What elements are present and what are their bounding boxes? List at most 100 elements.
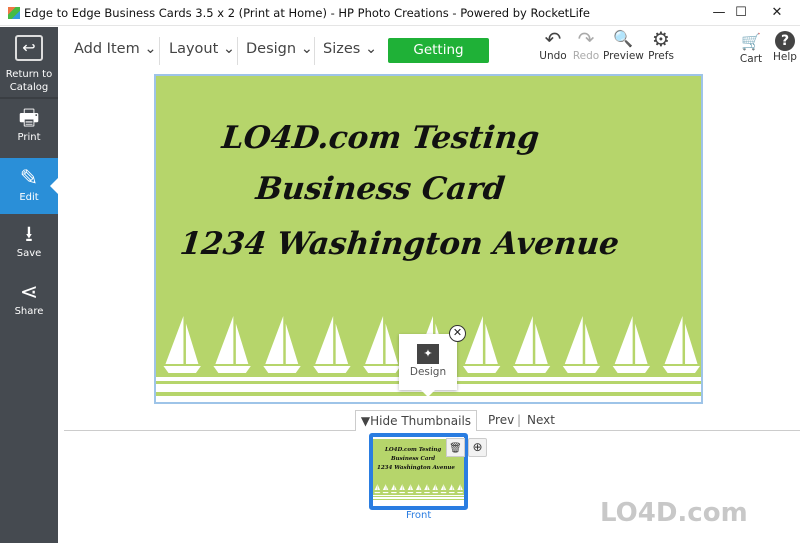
card-text-line[interactable]: Business Card [254,171,506,207]
sailboat [363,316,401,373]
chevron-down-icon: ⌄ [144,41,157,57]
divider [314,37,315,65]
button-label: Prefs [648,50,674,62]
chevron-down-icon: ⌄ [364,41,378,57]
sailboat [415,484,422,494]
menu-label: Add Item [74,41,140,57]
divider [0,97,58,99]
save-icon: ⭳ [25,222,33,247]
delete-page-button[interactable]: 🗑 [446,438,465,457]
printer-icon: 🖶 [18,106,40,131]
prev-link[interactable]: Prev [488,413,514,427]
divider [159,37,160,65]
preview-icon: 🔍 [613,29,633,48]
button-label: Cart [739,53,763,65]
redo-button[interactable]: ↷ Redo [571,28,601,62]
sidebar-item-save[interactable]: ⭳ Save [0,217,58,271]
popup-tail [421,390,435,397]
sailboat [432,484,439,494]
thumbnail-text: Business Card [391,456,436,462]
sailboat [313,316,351,373]
cart-button[interactable]: 🛒 Cart [736,31,766,65]
sailboat [399,484,406,494]
button-label: Undo [539,50,567,62]
sailboat [163,316,201,373]
stripe [373,500,464,503]
sailboat [662,316,701,373]
sidebar-item-share[interactable]: ⋖ Share [0,275,58,329]
active-indicator [50,178,58,194]
sidebar-item-label: Return to Catalog [5,69,53,93]
sidebar-item-label: Save [16,248,42,259]
undo-button[interactable]: ↶ Undo [538,28,568,62]
gear-icon: ⚙ [652,27,670,51]
sailboat [407,484,414,494]
sailboat [448,484,455,494]
close-button[interactable]: ✕ [754,2,800,24]
layout-menu[interactable]: Layout ⌄ [169,41,235,57]
sidebar: ↩ Return to Catalog 🖶 Print ✎ Edit ⭳ Sav… [0,27,58,543]
sidebar-item-label: Print [17,132,41,143]
add-item-menu[interactable]: Add Item ⌄ [74,41,156,57]
thumbnail-text: LO4D.com Testing [385,447,442,453]
help-button[interactable]: ? Help [770,31,800,63]
next-link[interactable]: Next [527,413,555,427]
thumbnail-text: 1234 Washington Avenue [377,465,455,471]
sailboat [562,316,601,373]
sailboat [462,316,501,373]
sailboat [512,316,551,373]
trash-icon: 🗑 [449,443,462,454]
close-popup-icon[interactable]: ✕ [449,325,466,342]
sidebar-item-print[interactable]: 🖶 Print [0,101,58,155]
share-icon: ⋖ [19,280,39,305]
menu-label: Design [246,41,297,57]
sailboat [423,484,431,494]
add-page-button[interactable]: ⊕ [468,438,487,457]
design-stars-icon: ✦ [417,344,439,364]
sailboat [456,484,464,494]
chevron-down-icon: ⌄ [222,41,236,57]
app-icon [8,7,20,19]
redo-icon: ↷ [577,27,595,51]
sailboat [374,484,381,494]
menu-label: Sizes [323,41,361,57]
cart-icon: 🛒 [741,32,761,51]
plus-circle-icon: ⊕ [472,440,483,454]
card-text-line[interactable]: LO4D.com Testing [220,120,541,156]
return-icon: ↩ [15,35,43,61]
prefs-button[interactable]: ⚙ Prefs [645,28,677,62]
button-label: Redo [572,50,600,62]
stripe [373,497,464,499]
sailboat [440,484,447,494]
sailboat [612,316,651,373]
sizes-menu[interactable]: Sizes ⌄ [323,41,377,57]
getting-started-button[interactable]: Getting Started [388,38,489,83]
stripe [156,396,701,402]
thumbnail-sailboats [373,484,464,503]
sidebar-item-return-to-catalog[interactable]: ↩ Return to Catalog [0,31,58,97]
help-icon: ? [775,31,795,51]
button-label: Preview [603,50,644,62]
card-text-line[interactable]: 1234 Washington Avenue [178,226,621,262]
sidebar-item-label: Share [14,306,44,317]
chevron-down-icon: ⌄ [300,41,313,57]
button-label: Help [773,51,797,63]
window-title: Edge to Edge Business Cards 3.5 x 2 (Pri… [24,6,590,20]
watermark-logo: LO4D.com [600,498,748,528]
design-label: Design [409,366,447,378]
front-label[interactable]: Front [406,510,431,521]
sidebar-item-label: Edit [19,192,39,203]
menu-label: Layout [169,41,219,57]
title-bar: Edge to Edge Business Cards 3.5 x 2 (Pri… [0,0,800,26]
design-menu[interactable]: Design ⌄ [246,41,313,57]
divider [237,37,238,65]
hide-thumbnails-tab[interactable]: ▼Hide Thumbnails [355,410,477,431]
preview-button[interactable]: 🔍 Preview [603,28,644,62]
sailboat [213,316,251,373]
sailboat [390,484,397,494]
nav-separator: | [517,413,522,427]
undo-icon: ↶ [544,27,562,51]
sailboat [382,484,389,494]
sailboat [263,316,301,373]
design-popup[interactable]: ✦ Design [399,334,457,397]
